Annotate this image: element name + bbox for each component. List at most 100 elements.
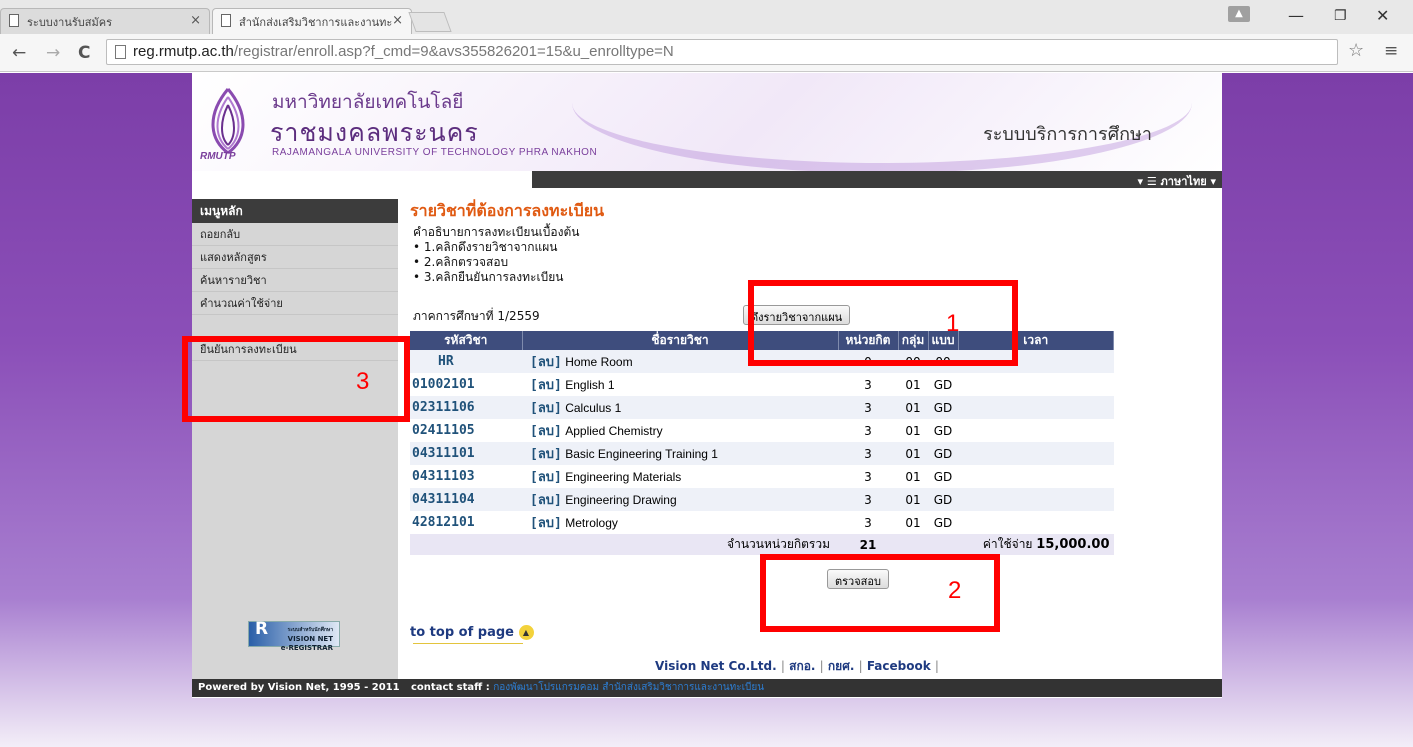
top-bar: ▾ ☰ ภาษาไทย ▾ — [532, 171, 1222, 188]
time-cell — [958, 396, 1114, 419]
course-name: Engineering Materials — [565, 470, 682, 484]
time-cell — [958, 373, 1114, 396]
footer-link-slf[interactable]: กยศ. — [828, 659, 854, 673]
semester-label: ภาคการศึกษาที่ 1/2559 — [413, 309, 540, 323]
system-title: ระบบบริการการศึกษา — [983, 124, 1152, 145]
drop-course-link[interactable]: [ลบ] — [530, 447, 562, 462]
address-bar[interactable]: reg.rmutp.ac.th/registrar/enroll.asp?f_c… — [106, 39, 1338, 65]
course-code-link[interactable]: 04311101 — [410, 442, 522, 465]
browser-tab-1[interactable]: ระบบงานรับสมัคร × — [0, 8, 210, 34]
vision-net-badge[interactable]: R ระบบสำหรับนักศึกษา VISION NET e-REGIST… — [248, 621, 340, 652]
to-top-underline — [413, 643, 523, 644]
restore-icon[interactable]: ❐ — [1334, 8, 1347, 24]
drop-course-link[interactable]: [ลบ] — [530, 493, 562, 508]
course-name: Calculus 1 — [565, 401, 622, 415]
sidebar-item-curriculum[interactable]: แสดงหลักสูตร — [192, 246, 398, 269]
annotation-box-2 — [760, 554, 1000, 632]
credit-cell: 3 — [838, 373, 898, 396]
total-spacer — [410, 534, 522, 555]
drop-course-link[interactable]: [ลบ] — [530, 401, 562, 416]
reload-icon[interactable]: C — [78, 43, 90, 63]
time-cell — [958, 465, 1114, 488]
credit-cell: 3 — [838, 442, 898, 465]
footer-link-facebook[interactable]: Facebook — [867, 659, 931, 673]
type-cell: GD — [928, 442, 958, 465]
page-icon — [9, 14, 19, 27]
footer-link-ohec[interactable]: สกอ. — [789, 659, 815, 673]
drop-course-link[interactable]: [ลบ] — [530, 470, 562, 485]
course-name: Applied Chemistry — [565, 424, 663, 438]
browser-tab-2-title: สำนักส่งเสริมวิชาการและงานทะ — [239, 16, 393, 29]
table-row: 42812101 [ลบ] Metrology 3 01 GD — [410, 511, 1114, 534]
drop-course-link[interactable]: [ลบ] — [530, 516, 562, 531]
logo-text: RMUTP — [200, 151, 236, 162]
time-cell — [958, 442, 1114, 465]
total-row: จำนวนหน่วยกิตรวม 21 ค่าใช้จ่าย 15,000.00 — [410, 534, 1114, 555]
language-selector[interactable]: ▾ ☰ ภาษาไทย ▾ — [1138, 172, 1216, 190]
course-code-link[interactable]: 02411105 — [410, 419, 522, 442]
university-name-english: RAJAMANGALA UNIVERSITY OF TECHNOLOGY PHR… — [272, 147, 598, 158]
footer-link-visionnet[interactable]: Vision Net Co.Ltd. — [655, 659, 777, 673]
credit-cell: 3 — [838, 419, 898, 442]
minimize-icon[interactable]: — — [1288, 6, 1304, 25]
close-icon[interactable]: × — [392, 13, 403, 28]
instruction-step-1: • 1.คลิกดึงรายวิชาจากแผน — [413, 240, 558, 254]
group-cell: 01 — [898, 465, 928, 488]
course-code-link[interactable]: 42812101 — [410, 511, 522, 534]
course-name-cell: [ลบ] Basic Engineering Training 1 — [522, 442, 838, 465]
url-host: reg.rmutp.ac.th — [133, 43, 234, 60]
group-cell: 01 — [898, 373, 928, 396]
page-icon — [221, 14, 231, 27]
course-code-link[interactable]: HR — [410, 350, 522, 373]
total-credits-value: 21 — [838, 534, 898, 555]
course-name-cell: [ลบ] Applied Chemistry — [522, 419, 838, 442]
credit-cell: 3 — [838, 396, 898, 419]
drop-course-link[interactable]: [ลบ] — [530, 355, 562, 370]
course-name: Basic Engineering Training 1 — [565, 447, 718, 461]
course-code-link[interactable]: 02311106 — [410, 396, 522, 419]
cost-value: 15,000.00 — [1036, 537, 1110, 552]
browser-tab-2[interactable]: สำนักส่งเสริมวิชาการและงานทะ × — [212, 8, 412, 34]
type-cell: GD — [928, 465, 958, 488]
bookmark-star-icon[interactable]: ☆ — [1348, 40, 1364, 61]
site-header: RMUTP มหาวิทยาลัยเทคโนโลยี ราชมงคลพระนคร… — [192, 73, 1222, 171]
time-cell — [958, 419, 1114, 442]
credit-cell: 3 — [838, 465, 898, 488]
course-name-cell: [ลบ] Metrology — [522, 511, 838, 534]
column-header-code: รหัสวิชา — [410, 331, 523, 350]
group-cell: 01 — [898, 488, 928, 511]
instructions: คำอธิบายการลงทะเบียนเบื้องต้น • 1.คลิกดึ… — [413, 225, 579, 285]
drop-course-link[interactable]: [ลบ] — [530, 378, 562, 393]
arrow-up-icon: ▲ — [518, 625, 534, 640]
contact-staff-link[interactable]: กองพัฒนาโปรแกรมคอม สำนักส่งเสริมวิชาการแ… — [493, 682, 764, 693]
credit-cell: 3 — [838, 488, 898, 511]
sidebar-item-hidden[interactable] — [192, 315, 398, 338]
window-close-icon[interactable]: ✕ — [1376, 6, 1389, 25]
sidebar-item-search-course[interactable]: ค้นหารายวิชา — [192, 269, 398, 292]
back-arrow-icon[interactable]: ← — [12, 43, 26, 63]
user-profile-icon[interactable]: ▲ — [1228, 6, 1250, 22]
menu-icon[interactable]: ≡ — [1384, 41, 1398, 61]
course-code-link[interactable]: 04311103 — [410, 465, 522, 488]
instruction-step-3: • 3.คลิกยืนยันการลงทะเบียน — [413, 270, 564, 284]
course-code-link[interactable]: 01002101 — [410, 373, 522, 396]
credit-cell: 3 — [838, 511, 898, 534]
new-tab-button[interactable] — [408, 12, 452, 32]
annotation-label-2: 2 — [948, 577, 962, 604]
page-title: รายวิชาที่ต้องการลงทะเบียน — [410, 201, 605, 220]
drop-course-link[interactable]: [ลบ] — [530, 424, 562, 439]
time-cell — [958, 488, 1114, 511]
course-name: English 1 — [565, 378, 615, 392]
course-code-link[interactable]: 04311104 — [410, 488, 522, 511]
total-cost-cell: ค่าใช้จ่าย 15,000.00 — [898, 534, 1114, 555]
close-icon[interactable]: × — [190, 13, 201, 28]
forward-arrow-icon[interactable]: → — [46, 43, 60, 63]
footer-bar: Powered by Vision Net, 1995 - 2011 conta… — [192, 679, 1222, 697]
browser-toolbar: ← → C reg.rmutp.ac.th/registrar/enroll.a… — [0, 34, 1413, 72]
course-name: Engineering Drawing — [565, 493, 677, 507]
sidebar-item-calculate-cost[interactable]: คำนวณค่าใช้จ่าย — [192, 292, 398, 315]
table-row: 02311106 [ลบ] Calculus 1 3 01 GD — [410, 396, 1114, 419]
badge-sub-text: e-REGISTRAR — [280, 644, 333, 652]
sidebar-item-back[interactable]: ถอยกลับ — [192, 223, 398, 246]
to-top-link[interactable]: to top of page ▲ — [410, 625, 534, 640]
